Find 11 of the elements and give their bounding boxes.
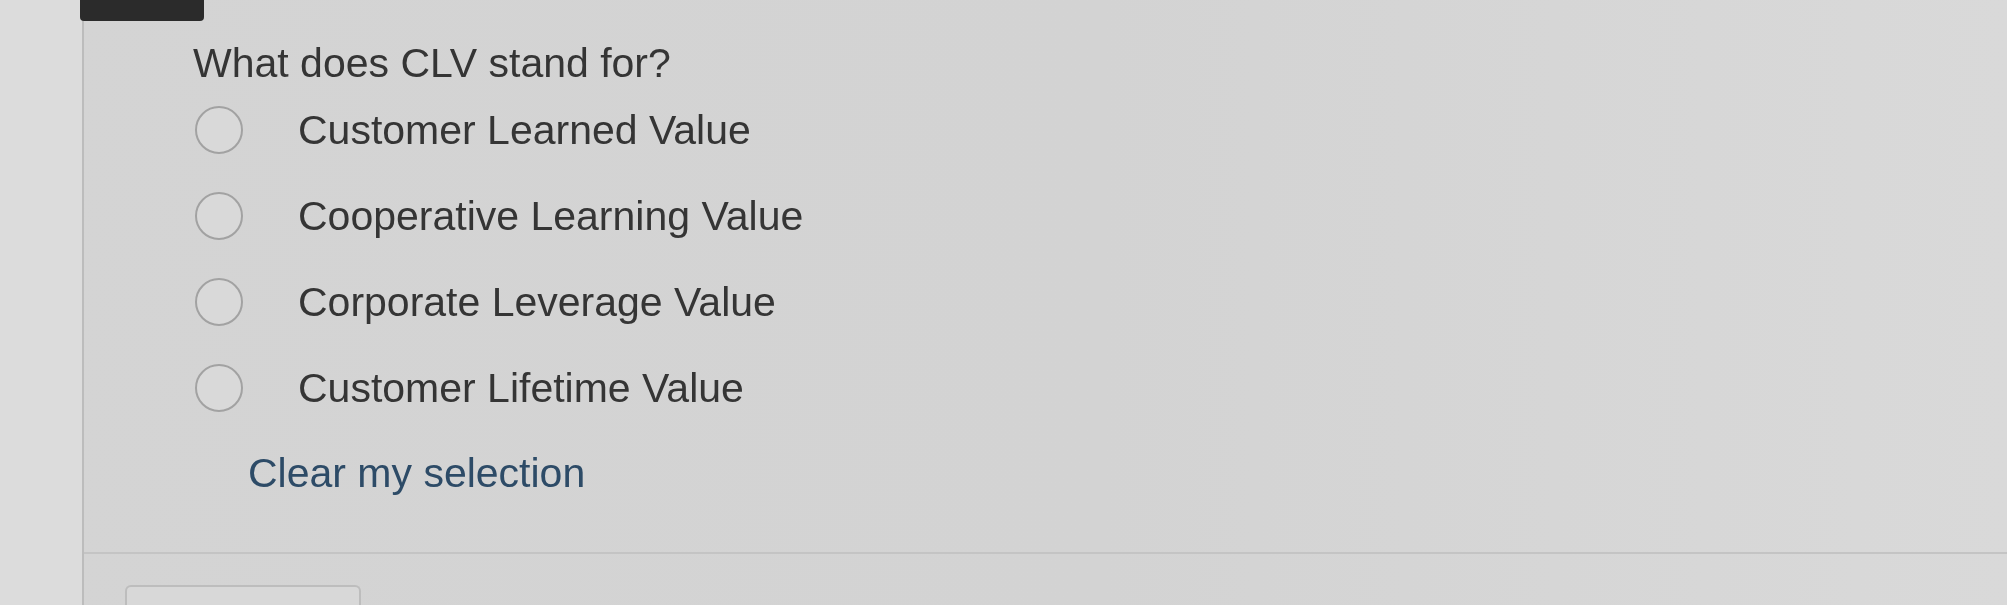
radio-button[interactable] (195, 277, 243, 326)
option-label[interactable]: Corporate Leverage Value (298, 277, 776, 326)
option-label[interactable]: Customer Lifetime Value (298, 363, 744, 412)
radio-button[interactable] (195, 105, 243, 154)
radio-button[interactable] (195, 363, 243, 412)
option-label[interactable]: Cooperative Learning Value (298, 191, 804, 240)
question-text: What does CLV stand for? (193, 38, 671, 87)
option-label[interactable]: Customer Learned Value (298, 105, 751, 154)
clear-selection-link[interactable]: Clear my selection (248, 448, 586, 497)
cut-off-button[interactable] (125, 584, 361, 605)
radio-button[interactable] (195, 191, 243, 240)
